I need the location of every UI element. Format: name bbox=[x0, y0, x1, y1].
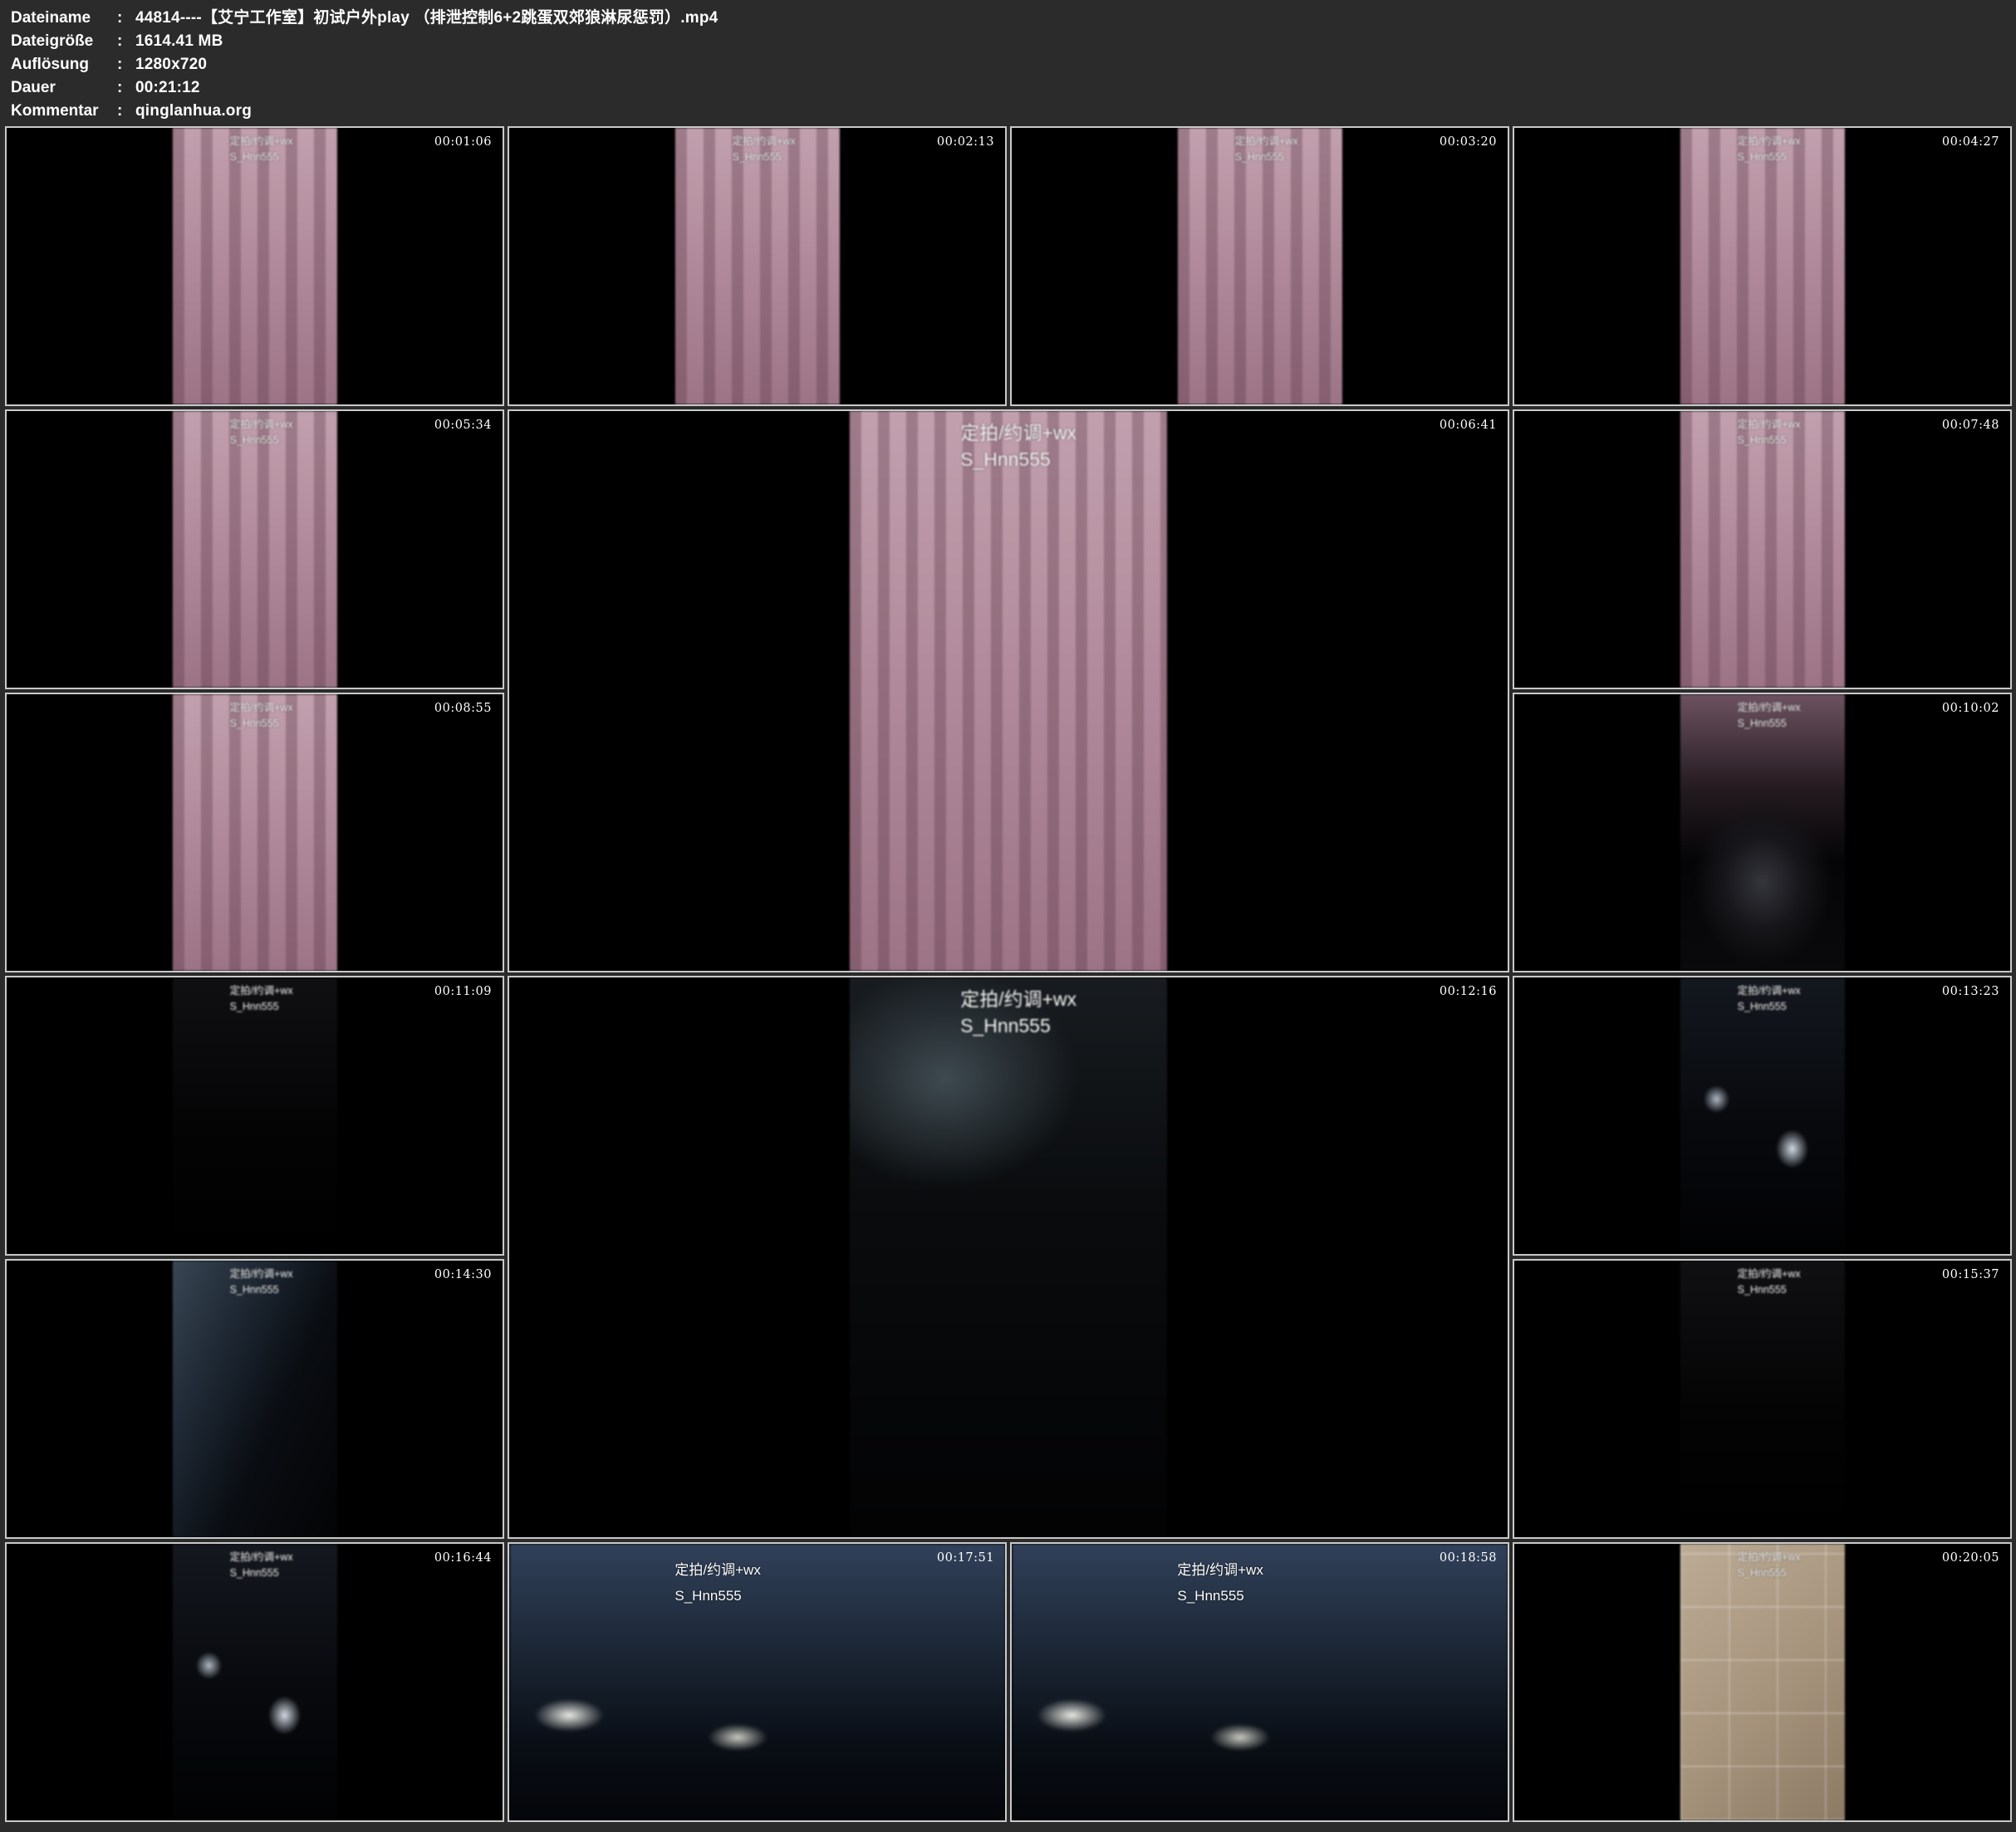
video-thumbnail-10: 定拍/约调+wxS_Hnn555 00:11:09 bbox=[5, 976, 504, 1256]
thumbnail-image: 定拍/约调+wxS_Hnn555 bbox=[172, 694, 336, 971]
metadata-header: Dateiname:44814----【艾宁工作室】初试户外play （排泄控制… bbox=[0, 0, 2016, 126]
meta-resolution: Auflösung:1280x720 bbox=[11, 53, 2016, 76]
meta-separator: : bbox=[117, 30, 135, 53]
watermark: 定拍/约调+wxS_Hnn555 bbox=[730, 134, 796, 165]
watermark: 定拍/约调+wxS_Hnn555 bbox=[957, 419, 1077, 473]
watermark: 定拍/约调+wxS_Hnn555 bbox=[228, 1550, 293, 1581]
watermark: 定拍/约调+wxS_Hnn555 bbox=[228, 134, 293, 165]
contact-sheet-grid: 定拍/约调+wxS_Hnn555 00:01:06 定拍/约调+wxS_Hnn5… bbox=[5, 126, 2012, 1822]
watermark: 定拍/约调+wxS_Hnn555 bbox=[228, 983, 293, 1015]
meta-label: Kommentar bbox=[11, 100, 117, 123]
video-thumbnail-5: 定拍/约调+wxS_Hnn555 00:05:34 bbox=[5, 409, 504, 689]
video-thumbnail-12: 定拍/约调+wxS_Hnn555 00:13:23 bbox=[1513, 976, 2012, 1256]
meta-label: Dauer bbox=[11, 76, 117, 100]
meta-label: Auflösung bbox=[11, 53, 117, 76]
thumbnail-image: 定拍/约调+wxS_Hnn555 bbox=[1680, 977, 1844, 1254]
meta-separator: : bbox=[117, 76, 135, 100]
meta-label: Dateigröße bbox=[11, 30, 117, 53]
watermark: 定拍/约调+wxS_Hnn555 bbox=[1177, 1557, 1263, 1609]
video-thumbnail-8: 定拍/约调+wxS_Hnn555 00:08:55 bbox=[5, 693, 504, 972]
thumbnail-image: 定拍/约调+wxS_Hnn555 bbox=[674, 128, 839, 404]
meta-separator: : bbox=[117, 53, 135, 76]
video-thumbnail-18: 定拍/约调+wxS_Hnn555 00:20:05 bbox=[1513, 1542, 2012, 1822]
timestamp-label: 00:14:30 bbox=[434, 1268, 492, 1281]
watermark: 定拍/约调+wxS_Hnn555 bbox=[1233, 134, 1298, 165]
watermark: 定拍/约调+wxS_Hnn555 bbox=[1735, 1550, 1801, 1581]
watermark: 定拍/约调+wxS_Hnn555 bbox=[1735, 983, 1801, 1015]
meta-value: 1614.41 MB bbox=[135, 32, 223, 50]
timestamp-label: 00:10:02 bbox=[1942, 702, 1999, 715]
video-thumbnail-16: 定拍/约调+wxS_Hnn555 00:17:51 bbox=[508, 1542, 1007, 1822]
watermark: 定拍/约调+wxS_Hnn555 bbox=[1735, 700, 1801, 732]
timestamp-label: 00:12:16 bbox=[1440, 985, 1497, 998]
timestamp-label: 00:07:48 bbox=[1942, 419, 1999, 432]
video-thumbnail-9: 定拍/约调+wxS_Hnn555 00:10:02 bbox=[1513, 693, 2012, 972]
meta-value: 1280x720 bbox=[135, 56, 207, 73]
timestamp-label: 00:20:05 bbox=[1942, 1551, 1999, 1565]
video-thumbnail-13: 定拍/约调+wxS_Hnn555 00:14:30 bbox=[5, 1259, 504, 1539]
meta-separator: : bbox=[117, 100, 135, 123]
watermark: 定拍/约调+wxS_Hnn555 bbox=[228, 1266, 293, 1298]
meta-filename: Dateiname:44814----【艾宁工作室】初试户外play （排泄控制… bbox=[11, 7, 2016, 30]
watermark: 定拍/约调+wxS_Hnn555 bbox=[957, 986, 1077, 1039]
meta-value: qinglanhua.org bbox=[135, 102, 252, 120]
thumbnail-image: 定拍/约调+wxS_Hnn555 bbox=[1680, 1261, 1844, 1537]
video-thumbnail-4: 定拍/约调+wxS_Hnn555 00:04:27 bbox=[1513, 126, 2012, 406]
timestamp-label: 00:13:23 bbox=[1942, 985, 1999, 998]
thumbnail-image: 定拍/约调+wxS_Hnn555 bbox=[1680, 128, 1844, 404]
thumbnail-image: 定拍/约调+wxS_Hnn555 bbox=[172, 1544, 336, 1820]
video-thumbnail-14: 定拍/约调+wxS_Hnn555 00:15:37 bbox=[1513, 1259, 2012, 1539]
meta-value: 00:21:12 bbox=[135, 79, 200, 96]
video-thumbnail-11-large: 定拍/约调+wxS_Hnn555 00:12:16 bbox=[508, 976, 1509, 1539]
thumbnail-image: 定拍/约调+wxS_Hnn555 bbox=[1680, 411, 1844, 688]
thumbnail-image: 定拍/约调+wxS_Hnn555 bbox=[1680, 1544, 1844, 1820]
watermark: 定拍/约调+wxS_Hnn555 bbox=[674, 1557, 760, 1609]
timestamp-label: 00:03:20 bbox=[1440, 135, 1497, 149]
thumbnail-image: 定拍/约调+wxS_Hnn555 bbox=[172, 1261, 336, 1537]
timestamp-label: 00:16:44 bbox=[434, 1551, 492, 1565]
video-thumbnail-15: 定拍/约调+wxS_Hnn555 00:16:44 bbox=[5, 1542, 504, 1822]
video-thumbnail-1: 定拍/约调+wxS_Hnn555 00:01:06 bbox=[5, 126, 504, 406]
thumbnail-image: 定拍/约调+wxS_Hnn555 bbox=[850, 411, 1167, 971]
thumbnail-image: 定拍/约调+wxS_Hnn555 bbox=[172, 411, 336, 688]
watermark: 定拍/约调+wxS_Hnn555 bbox=[228, 700, 293, 732]
meta-separator: : bbox=[117, 7, 135, 30]
timestamp-label: 00:11:09 bbox=[434, 985, 492, 998]
timestamp-label: 00:06:41 bbox=[1440, 419, 1497, 432]
watermark: 定拍/约调+wxS_Hnn555 bbox=[1735, 417, 1801, 448]
video-thumbnail-6-large: 定拍/约调+wxS_Hnn555 00:06:41 bbox=[508, 409, 1509, 972]
watermark: 定拍/约调+wxS_Hnn555 bbox=[228, 417, 293, 448]
video-thumbnail-2: 定拍/约调+wxS_Hnn555 00:02:13 bbox=[508, 126, 1007, 406]
watermark: 定拍/约调+wxS_Hnn555 bbox=[1735, 1266, 1801, 1298]
timestamp-label: 00:05:34 bbox=[434, 419, 492, 432]
thumbnail-image: 定拍/约调+wxS_Hnn555 bbox=[850, 977, 1167, 1537]
thumbnail-image: 定拍/约调+wxS_Hnn555 bbox=[172, 977, 336, 1254]
timestamp-label: 00:18:58 bbox=[1440, 1551, 1497, 1565]
video-thumbnail-3: 定拍/约调+wxS_Hnn555 00:03:20 bbox=[1010, 126, 1509, 406]
timestamp-label: 00:01:06 bbox=[434, 135, 492, 149]
watermark: 定拍/约调+wxS_Hnn555 bbox=[1735, 134, 1801, 165]
thumbnail-image: 定拍/约调+wxS_Hnn555 bbox=[1680, 694, 1844, 971]
timestamp-label: 00:15:37 bbox=[1942, 1268, 1999, 1281]
meta-value: 44814----【艾宁工作室】初试户外play （排泄控制6+2跳蛋双郊狼淋尿… bbox=[135, 9, 718, 27]
video-thumbnail-17: 定拍/约调+wxS_Hnn555 00:18:58 bbox=[1010, 1542, 1509, 1822]
thumbnail-image: 定拍/约调+wxS_Hnn555 bbox=[172, 128, 336, 404]
timestamp-label: 00:02:13 bbox=[937, 135, 994, 149]
meta-duration: Dauer:00:21:12 bbox=[11, 76, 2016, 100]
meta-filesize: Dateigröße:1614.41 MB bbox=[11, 30, 2016, 53]
timestamp-label: 00:17:51 bbox=[937, 1551, 994, 1565]
timestamp-label: 00:08:55 bbox=[434, 702, 492, 715]
video-thumbnail-7: 定拍/约调+wxS_Hnn555 00:07:48 bbox=[1513, 409, 2012, 689]
meta-label: Dateiname bbox=[11, 7, 117, 30]
timestamp-label: 00:04:27 bbox=[1942, 135, 1999, 149]
thumbnail-image: 定拍/约调+wxS_Hnn555 bbox=[1177, 128, 1342, 404]
meta-comment: Kommentar:qinglanhua.org bbox=[11, 100, 2016, 123]
